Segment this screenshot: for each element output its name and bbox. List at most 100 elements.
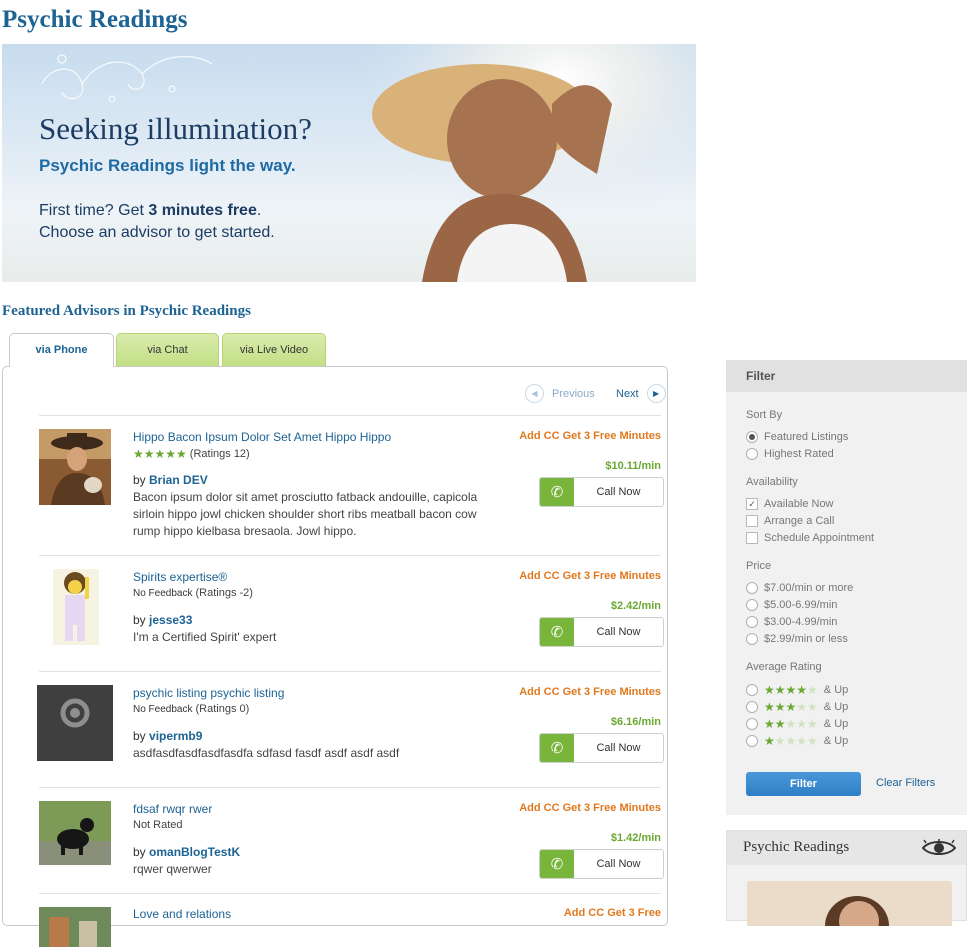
price-option[interactable]: $7.00/min or more — [746, 582, 853, 594]
star-rating-icon: ★★★★★ — [764, 734, 818, 748]
tab-via-phone[interactable]: via Phone — [9, 333, 114, 367]
price-option[interactable]: $2.99/min or less — [746, 633, 848, 645]
advisor-name[interactable]: Brian DEV — [149, 473, 208, 487]
hero-woman-photo — [362, 44, 696, 282]
availability-label: Availability — [746, 476, 798, 488]
advisor-row: Love and relations Add CC Get 3 Free — [39, 893, 661, 947]
phone-icon: ✆ — [540, 734, 574, 762]
advisor-name[interactable]: jesse33 — [149, 613, 192, 627]
advisor-description: asdfasdfasdfasdfasdfa sdfasd fasdf asdf … — [133, 746, 400, 760]
advisor-byline: by omanBlogTestK — [133, 845, 241, 859]
rating-option[interactable]: ★★★★★ & Up — [746, 734, 848, 748]
advisor-photo[interactable] — [39, 907, 111, 947]
promo-text: Add CC Get 3 Free Minutes — [519, 570, 661, 582]
price-option[interactable]: $5.00-6.99/min — [746, 599, 837, 611]
hero-instructions: Choose an advisor to get started. — [39, 224, 275, 241]
advisor-description: I'm a Certified Spirit' expert — [133, 630, 277, 644]
price-option[interactable]: $3.00-4.99/min — [746, 616, 837, 628]
star-rating-icon: ★★★★★ — [133, 447, 187, 461]
star-rating-icon: ★★★★★ — [764, 717, 818, 731]
feedback-label: No Feedback — [133, 587, 193, 599]
filter-button[interactable]: Filter — [746, 772, 861, 796]
previous-label: Previous — [552, 387, 595, 400]
radio-icon — [746, 616, 758, 628]
advisor-photo[interactable] — [37, 685, 113, 761]
price: $1.42/min — [610, 832, 661, 844]
advisor-byline: by jesse33 — [133, 613, 193, 627]
next-label: Next — [616, 387, 639, 400]
hero-ornament-decoration — [41, 54, 213, 103]
checkbox-icon — [746, 532, 758, 544]
rating-option[interactable]: ★★★★★ & Up — [746, 683, 848, 697]
radio-icon — [746, 599, 758, 611]
advisor-name[interactable]: omanBlogTestK — [149, 845, 240, 859]
advisor-row: psychic listing psychic listing No Feedb… — [37, 671, 664, 787]
feedback-label: Not Rated — [133, 819, 183, 831]
advisor-row: Hippo Bacon Ipsum Dolor Set Amet Hippo H… — [39, 415, 664, 555]
next-button[interactable]: Next ▶ — [616, 384, 666, 403]
arrow-right-icon: ▶ — [646, 384, 666, 403]
call-now-button[interactable]: ✆ Call Now — [539, 617, 664, 647]
checkbox-checked-icon: ✓ — [746, 498, 758, 510]
advisor-photo[interactable] — [39, 801, 111, 865]
filter-header: Filter — [726, 360, 967, 392]
advisor-byline: by Brian DEV — [133, 473, 208, 487]
hero-headline: Seeking illumination? — [39, 111, 312, 146]
call-now-label: Call Now — [596, 742, 641, 754]
sort-option-featured[interactable]: Featured Listings — [746, 431, 848, 443]
availability-arrange-call[interactable]: Arrange a Call — [746, 515, 834, 527]
psychic-readings-photo[interactable] — [747, 881, 952, 926]
tab-via-live-video[interactable]: via Live Video — [222, 333, 326, 366]
hero-subheadline: Psychic Readings light the way. — [39, 156, 296, 175]
tab-via-chat[interactable]: via Chat — [116, 333, 219, 366]
advisor-title[interactable]: fdsaf rwqr rwer — [133, 802, 212, 816]
star-rating-icon: ★★★★★ — [764, 700, 818, 714]
advisor-description: Bacon ipsum dolor sit amet prosciutto fa… — [133, 490, 478, 538]
clear-filters-link[interactable]: Clear Filters — [876, 777, 935, 789]
advisor-title[interactable]: Love and relations — [133, 907, 231, 921]
advisor-description: rqwer qwerwer — [133, 862, 212, 876]
advisor-rating: No Feedback (Ratings 0) — [133, 703, 249, 715]
rating-option[interactable]: ★★★★★ & Up — [746, 717, 848, 731]
average-rating-label: Average Rating — [746, 661, 822, 673]
price: $2.42/min — [610, 600, 661, 612]
call-now-label: Call Now — [596, 626, 641, 638]
hero-free-minutes: First time? Get 3 minutes free. — [39, 202, 262, 219]
rating-count: (Ratings 0) — [195, 703, 250, 715]
psychic-readings-box: Psychic Readings — [726, 830, 967, 926]
promo-text: Add CC Get 3 Free — [563, 907, 661, 919]
availability-available-now[interactable]: ✓ Available Now — [746, 498, 834, 510]
radio-icon — [746, 582, 758, 594]
phone-icon: ✆ — [540, 618, 574, 646]
availability-schedule-appointment[interactable]: Schedule Appointment — [746, 532, 874, 544]
advisor-list: ◀ Previous Next ▶ Hippo Bacon Ipsum Dolo… — [2, 366, 668, 947]
star-rating-icon: ★★★★★ — [764, 683, 818, 697]
filter-panel: Filter Sort By Featured Listings Highest… — [726, 360, 967, 815]
advisor-title[interactable]: Hippo Bacon Ipsum Dolor Set Amet Hippo H… — [133, 430, 391, 444]
advisor-rating: Not Rated — [133, 819, 183, 831]
hero-banner[interactable]: Seeking illumination? Psychic Readings l… — [2, 44, 696, 282]
arrow-left-icon: ◀ — [525, 384, 544, 403]
price: $10.11/min — [605, 460, 661, 472]
psychic-readings-box-header: Psychic Readings — [727, 831, 966, 865]
advisor-rating: No Feedback (Ratings -2) — [133, 587, 253, 599]
radio-icon — [746, 684, 758, 696]
sort-option-highest-rated[interactable]: Highest Rated — [746, 448, 834, 460]
price-label: Price — [746, 560, 772, 572]
rating-option[interactable]: ★★★★★ & Up — [746, 700, 848, 714]
advisor-photo[interactable] — [53, 569, 99, 645]
advisor-photo[interactable] — [39, 429, 111, 505]
advisor-row: fdsaf rwqr rwer Not Rated by omanBlogTes… — [39, 787, 664, 893]
call-now-button[interactable]: ✆ Call Now — [539, 849, 664, 879]
advisor-title[interactable]: psychic listing psychic listing — [133, 686, 284, 700]
psychic-readings-box-title: Psychic Readings — [743, 839, 850, 855]
price: $6.16/min — [610, 716, 661, 728]
feedback-label: No Feedback — [133, 703, 193, 715]
previous-button[interactable]: ◀ Previous — [525, 384, 595, 403]
sort-by-label: Sort By — [746, 409, 783, 421]
call-now-label: Call Now — [596, 486, 641, 498]
advisor-name[interactable]: vipermb9 — [149, 729, 202, 743]
call-now-button[interactable]: ✆ Call Now — [539, 733, 664, 763]
advisor-title[interactable]: Spirits expertise® — [133, 570, 227, 584]
call-now-button[interactable]: ✆ Call Now — [539, 477, 664, 507]
